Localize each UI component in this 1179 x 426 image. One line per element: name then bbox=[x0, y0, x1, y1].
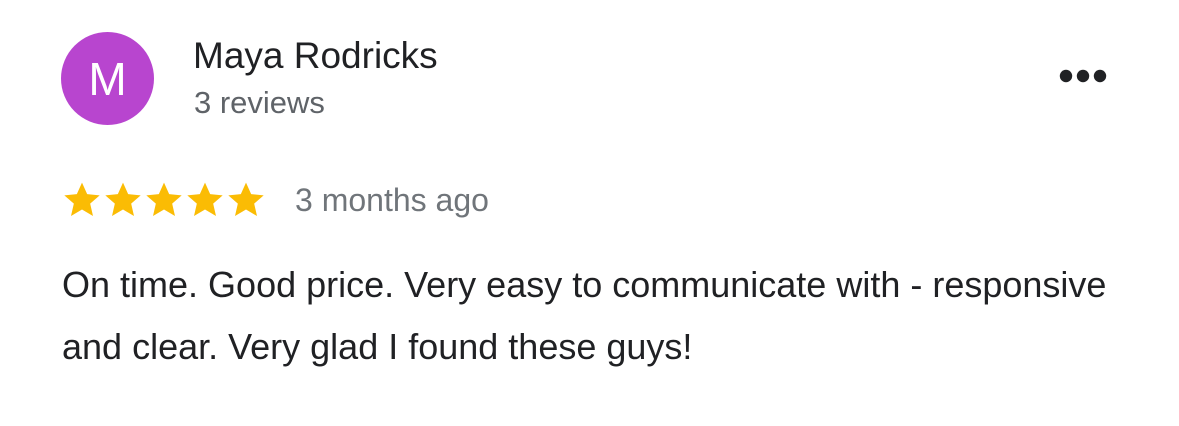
avatar-initial: M bbox=[88, 52, 127, 105]
star-icon bbox=[64, 182, 100, 216]
star-icon bbox=[146, 182, 182, 216]
more-horizontal-icon bbox=[1059, 69, 1107, 83]
review-count[interactable]: 3 reviews bbox=[194, 83, 325, 123]
review-date: 3 months ago bbox=[295, 182, 489, 218]
star-icon bbox=[105, 182, 141, 216]
star-rating bbox=[62, 180, 267, 220]
review-card: M Maya Rodricks 3 reviews 3 months ago O… bbox=[0, 0, 1179, 426]
review-text: On time. Good price. Very easy to commun… bbox=[62, 264, 1107, 367]
author-name[interactable]: Maya Rodricks bbox=[193, 34, 438, 78]
star-icon bbox=[187, 182, 223, 216]
more-options-button[interactable] bbox=[1052, 58, 1114, 94]
avatar[interactable]: M bbox=[61, 32, 154, 125]
star-icon bbox=[228, 182, 264, 216]
